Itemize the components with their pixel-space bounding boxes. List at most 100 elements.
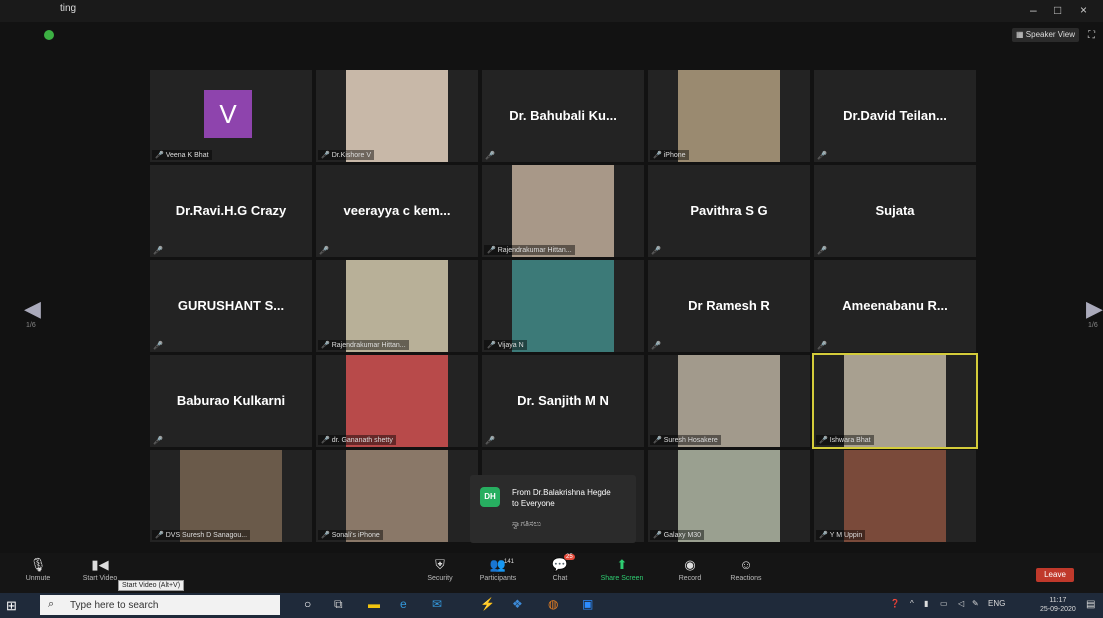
participant-tile[interactable]: Dr Ramesh R 🎤 [648,260,810,352]
muted-mic-icon: 🎤 [817,341,827,350]
chat-from-line: From Dr.Balakrishna Hegde [512,488,611,497]
participant-tile[interactable]: Dr. Sanjith M N 🎤 [482,355,644,447]
chevron-up-icon[interactable]: ^ [910,599,914,608]
battery-icon[interactable]: ▮ [924,599,928,608]
clock[interactable]: 11:17 25-09-2020 [1040,596,1076,614]
participant-tile[interactable]: GURUSHANT S... 🎤 [150,260,312,352]
volume-icon[interactable]: ◁ [958,599,964,608]
maximize-button[interactable]: □ [1054,3,1061,17]
dropbox-icon[interactable]: ❖ [512,597,523,611]
file-explorer-icon[interactable]: ▬ [368,597,380,611]
language-indicator[interactable]: ENG [988,599,1005,608]
network-icon[interactable]: ▭ [940,599,948,608]
unmute-button[interactable]: 🎙 Unmute [8,557,68,582]
prev-page-arrow-icon[interactable]: ◀ [24,296,41,322]
record-icon: ◉ [684,557,696,572]
chrome-icon[interactable]: ◍ [548,597,558,611]
record-button[interactable]: ◉ Record [660,557,720,582]
participant-label-text: Galaxy M30 [663,532,702,539]
participant-label: 🎤 Sonali's iPhone [318,530,383,540]
participant-tile[interactable]: 🎤 dr. Gananath shetty [316,355,478,447]
participant-tile[interactable]: Sujata 🎤 [814,165,976,257]
zoom-icon[interactable]: ▣ [582,597,593,611]
participant-tile[interactable]: veerayya c kem... 🎤 [316,165,478,257]
participant-tile[interactable]: Ameenabanu R... 🎤 [814,260,976,352]
participants-button[interactable]: 👥 141 Participants [468,557,528,582]
muted-mic-icon: 🎤 [653,437,662,444]
muted-mic-icon: 🎤 [651,246,661,255]
participant-tile[interactable]: 🎤 Ishwara Bhat [812,353,978,449]
fullscreen-icon[interactable]: ⛶ [1088,30,1095,41]
speaker-view-button[interactable]: ▦ Speaker View [1012,28,1079,42]
participant-tile[interactable]: 🎤 Galaxy M30 [648,450,810,542]
edge-icon[interactable]: e [400,597,407,611]
pin-icon[interactable]: ⚡ [480,597,495,611]
participant-label: 🎤 Galaxy M30 [650,530,705,540]
participant-name: Dr Ramesh R [688,298,770,313]
participant-avatar: V [204,90,252,138]
participant-tile[interactable]: Pavithra S G 🎤 [648,165,810,257]
close-button[interactable]: × [1080,3,1087,17]
participant-tile[interactable]: 🎤 Y M Uppin [814,450,976,542]
participant-tile[interactable]: 🎤 Rajendrakumar Hittan... [482,165,644,257]
participant-tile[interactable]: 🎤 iPhone [648,70,810,162]
participant-tile[interactable]: 🎤 DVS Suresh D Sanagou... [150,450,312,542]
notifications-icon[interactable]: ▤ [1086,599,1095,610]
participant-label-text: Rajendrakumar Hittan... [497,247,572,254]
participant-label-text: Vijaya N [497,342,524,349]
chat-sender-text: From Dr.Balakrishna Hegde to Everyone [512,487,611,509]
leave-button[interactable]: Leave [1036,568,1074,582]
reactions-label: Reactions [730,575,762,582]
participant-tile[interactable]: Dr. Bahubali Ku... 🎤 [482,70,644,162]
participant-name: veerayya c kem... [343,203,451,218]
start-video-button[interactable]: ▮◀ Start Video [70,557,130,582]
sender-initials: DH [480,487,500,507]
search-icon: ⌕ [48,598,55,610]
help-icon[interactable]: ❓ [890,599,900,608]
start-video-tooltip: Start Video (Alt+V) [118,580,185,591]
participant-video [678,70,780,162]
windows-start-icon[interactable]: ⊞ [6,598,17,614]
participant-tile[interactable]: 🎤 Dr.Kishore V [316,70,478,162]
task-view-icon[interactable]: ⧉ [334,597,343,612]
security-label: Security [427,575,453,582]
participant-label-text: Rajendrakumar Hittan... [331,342,406,349]
chat-button[interactable]: 💬 25 Chat [530,554,590,582]
emoji-icon: ☺ [739,557,753,572]
window-title: ting [60,3,77,14]
minimize-button[interactable]: – [1030,3,1037,17]
reactions-button[interactable]: ☺ Reactions [716,557,776,582]
chat-notification[interactable]: DH From Dr.Balakrishna Hegde to Everyone… [470,475,636,543]
muted-mic-icon: 🎤 [155,152,164,159]
mail-icon[interactable]: ✉ [432,597,442,611]
participant-tile[interactable]: 🎤 Sonali's iPhone [316,450,478,542]
participant-tile[interactable]: Dr.David Teilan... 🎤 [814,70,976,162]
pen-icon[interactable]: ✎ [972,599,979,608]
next-page-arrow-icon[interactable]: ▶ [1086,296,1103,322]
participant-name: Ameenabanu R... [842,298,948,313]
security-button[interactable]: ⛨ Security [410,557,470,582]
security-shield-icon [44,30,54,40]
chat-bubble-icon: 💬 [551,557,569,572]
share-screen-label: Share Screen [600,575,644,582]
participant-tile[interactable]: 🎤 Suresh Hosakere [648,355,810,447]
participant-tile[interactable]: Dr.Ravi.H.G Crazy 🎤 [150,165,312,257]
participant-label-text: Suresh Hosakere [663,437,718,444]
share-screen-button[interactable]: ⬆ Share Screen [592,557,652,582]
participant-tile[interactable]: Baburao Kulkarni 🎤 [150,355,312,447]
participant-video [844,450,946,542]
participant-tile[interactable]: 🎤 Rajendrakumar Hittan... [316,260,478,352]
participant-tile[interactable]: 🎤 Vijaya N [482,260,644,352]
clock-date: 25-09-2020 [1040,606,1076,613]
cortana-icon[interactable]: ○ [304,597,311,611]
clock-time: 11:17 [1049,597,1067,604]
muted-mic-icon: 🎤 [819,532,828,539]
chat-label: Chat [552,575,568,582]
participant-tile[interactable]: V 🎤 Veena K Bhat [150,70,312,162]
participant-video [512,165,614,257]
participant-label-text: Veena K Bhat [165,152,209,159]
start-video-label: Start Video [82,575,118,582]
taskbar-search[interactable]: ⌕ Type here to search [40,595,280,615]
share-screen-icon: ⬆ [616,557,628,572]
participant-label: 🎤 Dr.Kishore V [318,150,375,160]
